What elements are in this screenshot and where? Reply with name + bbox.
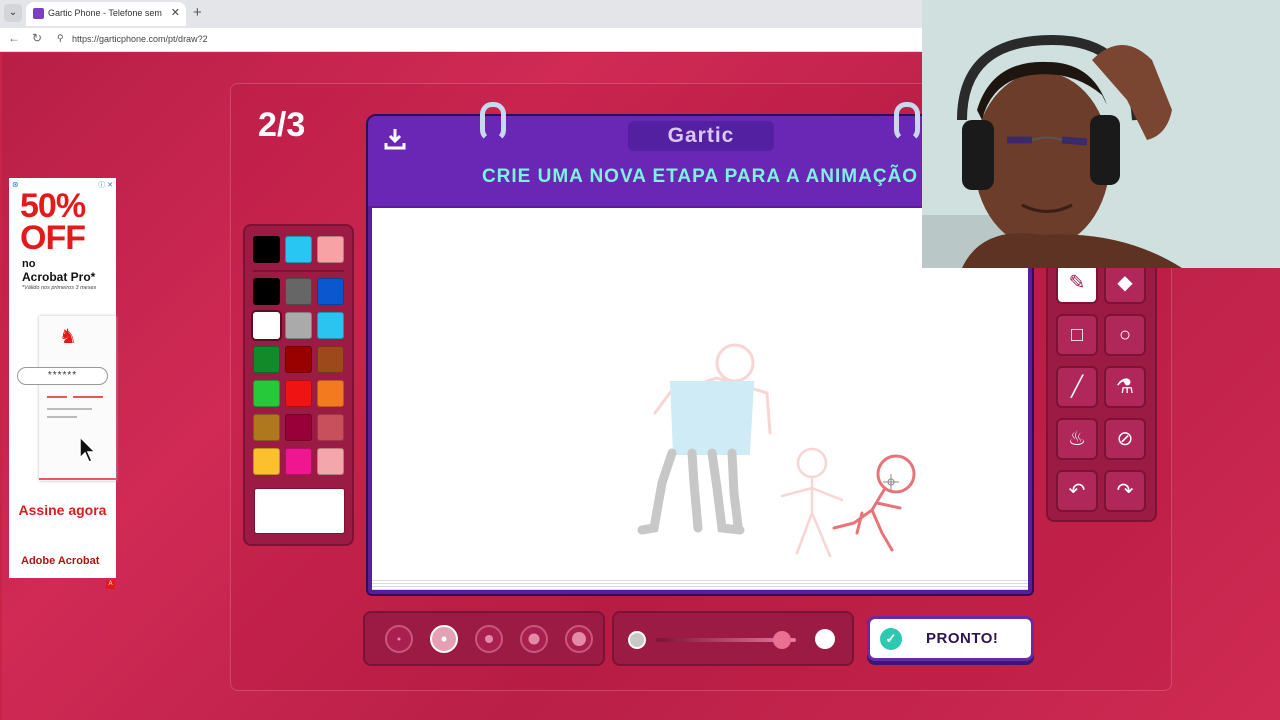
color-swatch[interactable] [317,414,344,441]
brush-size-selector [363,611,605,666]
color-swatch[interactable] [317,346,344,373]
ad-cta[interactable]: Assine agora [9,502,116,518]
address-bar: ← ↻ ⚲ https://garticphone.com/pt/draw?2 [0,28,922,52]
gartic-favicon-icon [33,8,44,19]
ad-info-icon[interactable]: ⓘ ✕ [98,180,113,190]
preview-line [39,478,116,480]
lion-logo-icon: ♞ [59,326,77,348]
color-swatch[interactable] [317,448,344,475]
redo-icon[interactable]: ↷ [1104,470,1146,512]
color-swatch[interactable] [253,414,280,441]
done-button-label: PRONTO! [926,630,999,647]
undo-icon[interactable]: ↶ [1056,470,1098,512]
done-button[interactable]: ✓ PRONTO! [867,616,1034,661]
brush-size-dot [572,632,586,646]
tab-close-button[interactable]: ✕ [171,6,180,19]
ad-brand: Adobe Acrobat [21,555,100,567]
tab-title: Gartic Phone - Telefone sem fio [48,8,163,18]
gartic-logo: Gartic [628,121,774,151]
color-swatch[interactable] [253,278,280,305]
ad-line1: no [22,258,36,270]
eraser-icon[interactable]: ◆ [1104,262,1146,304]
brush-size-button[interactable] [385,625,413,653]
notebook-page-edges [372,578,1028,590]
eyedropper-icon[interactable]: ⚗ [1104,366,1146,408]
site-info-icon[interactable]: ⚲ [57,33,64,44]
preview-line [73,396,103,398]
binder-ring-icon [894,102,920,142]
binder-ring-icon [480,102,506,142]
webcam-overlay [922,0,1280,268]
color-swatch[interactable] [317,312,344,339]
brush-size-button[interactable] [520,625,548,653]
browser-tab[interactable]: Gartic Phone - Telefone sem fio ✕ [26,2,186,26]
ad-badge-icon[interactable]: A [106,580,115,589]
color-swatch[interactable] [253,448,280,475]
tool-panel: ✎ ◆ □ ○ ╱ ⚗ ♨ ⊘ ↶ ↷ [1046,260,1157,522]
reload-icon[interactable]: ↻ [32,31,42,45]
url-field[interactable]: https://garticphone.com/pt/draw?2 [72,34,208,44]
rectangle-icon[interactable]: □ [1056,314,1098,356]
ad-line2: Acrobat Pro* [22,270,96,284]
opacity-max-icon [815,629,835,649]
color-swatch[interactable] [253,236,280,263]
mouse-cursor-icon [79,436,97,463]
round-counter: 2/3 [258,106,306,144]
brush-size-dot [441,636,447,642]
check-icon: ✓ [880,628,902,650]
brush-size-button[interactable] [430,625,458,653]
ellipse-icon[interactable]: ○ [1104,314,1146,356]
brush-size-button[interactable] [475,625,503,653]
brush-size-button[interactable] [565,625,593,653]
adchoices-icon[interactable]: ⊛ [12,180,19,189]
preview-line [47,396,67,398]
clear-icon[interactable]: ⊘ [1104,418,1146,460]
pencil-icon[interactable]: ✎ [1056,262,1098,304]
brush-size-dot [485,635,493,643]
color-swatch[interactable] [285,236,312,263]
fill-icon[interactable]: ♨ [1056,418,1098,460]
color-swatch[interactable] [285,448,312,475]
back-icon[interactable]: ← [8,31,20,45]
acrobat-ad[interactable]: ⊛ ⓘ ✕ 50% OFF no Acrobat Pro* *Válido no… [9,178,116,578]
color-swatch[interactable] [317,236,344,263]
opacity-min-icon [628,631,646,649]
color-swatch[interactable] [253,346,280,373]
opacity-slider[interactable] [612,611,854,666]
brush-size-dot [528,633,540,645]
ad-headline: 50% OFF [20,187,86,257]
color-swatch[interactable] [285,346,312,373]
opacity-thumb[interactable] [773,631,791,649]
download-icon[interactable] [382,126,408,152]
color-swatch[interactable] [317,380,344,407]
line-icon[interactable]: ╱ [1056,366,1098,408]
color-swatch[interactable] [253,380,280,407]
new-tab-button[interactable]: + [193,4,202,21]
color-swatch[interactable] [253,312,280,339]
color-swatch[interactable] [285,380,312,407]
color-swatch[interactable] [317,278,344,305]
current-color-preview [254,488,345,534]
color-palette [243,224,354,546]
color-swatch[interactable] [285,414,312,441]
preview-line [47,416,77,418]
color-swatch[interactable] [285,312,312,339]
webcam-person-image [922,0,1280,268]
preview-line [47,408,92,410]
browser-tab-bar: ⌄ Gartic Phone - Telefone sem fio ✕ + [0,0,922,28]
tab-search-button[interactable]: ⌄ [4,4,22,22]
ad-disclaimer: *Válido nos primeiros 3 meses [22,285,97,291]
color-swatch[interactable] [285,278,312,305]
brush-size-dot [397,637,401,641]
palette-separator [253,270,344,272]
ad-password-field: ****** [17,367,108,385]
